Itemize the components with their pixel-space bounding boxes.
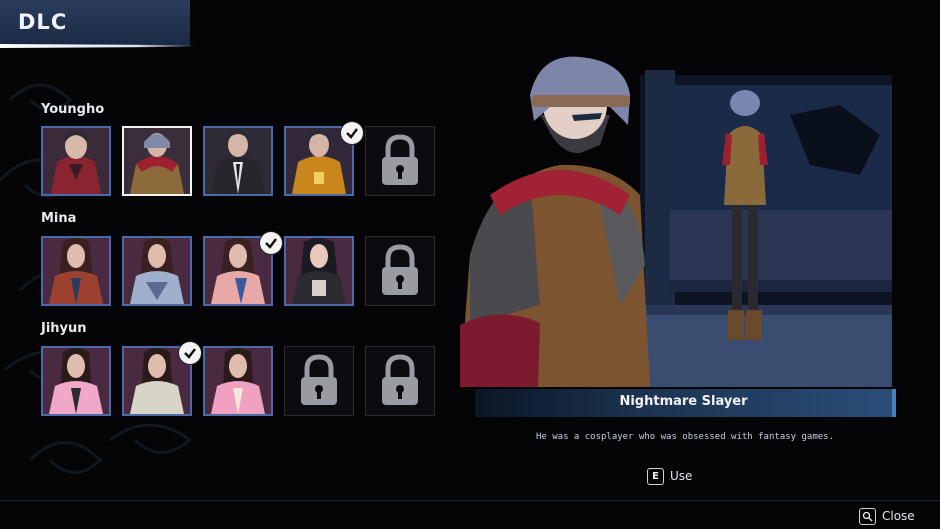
outfit-portrait (205, 128, 271, 194)
outfit-portrait (286, 238, 352, 304)
character-name-jihyun: Jihyun (41, 321, 87, 336)
search-key-icon (859, 507, 876, 525)
outfit-portrait (124, 128, 190, 194)
lock-icon (382, 244, 418, 295)
outfit-slot-jihyun-1[interactable] (41, 346, 111, 416)
lock-icon (301, 354, 337, 405)
locked-slot-youngho-5[interactable] (365, 126, 435, 196)
use-key-hint: E (647, 467, 664, 485)
outfit-preview-image (460, 56, 892, 387)
character-name-youngho: Youngho (41, 102, 105, 117)
outfit-slot-mina-2[interactable] (122, 236, 192, 306)
locked-slot-jihyun-4[interactable] (284, 346, 354, 416)
close-label: Close (882, 509, 915, 523)
outfit-slot-mina-1[interactable] (41, 236, 111, 306)
outfit-name: Nightmare Slayer (619, 394, 748, 409)
outfit-portrait (43, 128, 109, 194)
use-label: Use (670, 469, 693, 483)
use-button[interactable]: E Use (647, 467, 692, 485)
checkmark-icon (260, 232, 282, 254)
header-panel: DLC (0, 0, 190, 46)
footer-divider (0, 500, 940, 501)
page-title: DLC (18, 10, 68, 34)
character-name-mina: Mina (41, 211, 77, 226)
outfit-portrait (43, 238, 109, 304)
locked-slot-mina-5[interactable] (365, 236, 435, 306)
outfit-slot-youngho-3[interactable] (203, 126, 273, 196)
locked-slot-jihyun-5[interactable] (365, 346, 435, 416)
outfit-slot-youngho-1[interactable] (41, 126, 111, 196)
outfit-portrait (205, 348, 271, 414)
lock-icon (382, 134, 418, 185)
outfit-slot-mina-4[interactable] (284, 236, 354, 306)
checkmark-icon (341, 122, 363, 144)
outfit-description: He was a cosplayer who was obsessed with… (535, 432, 834, 442)
outfit-slot-jihyun-3[interactable] (203, 346, 273, 416)
checkmark-icon (179, 342, 201, 364)
outfit-slot-youngho-2[interactable] (122, 126, 192, 196)
outfit-portrait (43, 348, 109, 414)
outfit-portrait (124, 238, 190, 304)
lock-icon (382, 354, 418, 405)
close-button[interactable]: Close (859, 507, 915, 525)
outfit-name-banner: Nightmare Slayer (475, 389, 896, 417)
